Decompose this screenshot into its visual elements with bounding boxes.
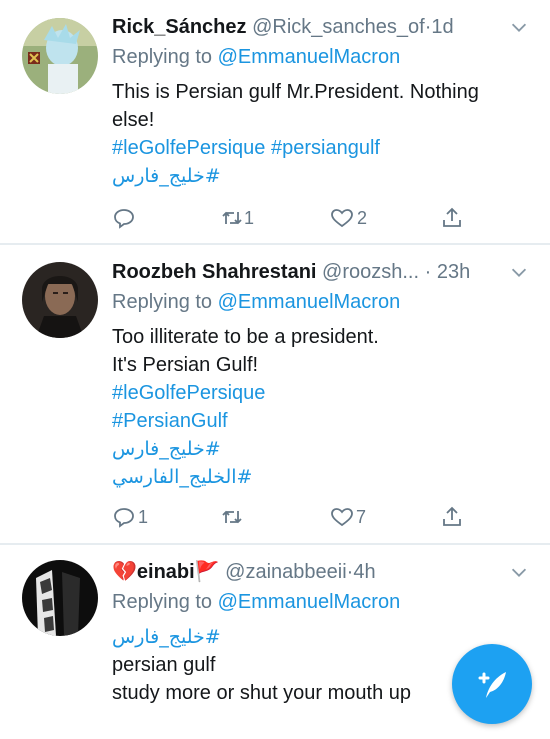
timestamp[interactable]: 23h — [437, 261, 470, 283]
tweet-header: 💔einabi🚩 @zainabbeeii·4h — [112, 557, 530, 587]
replying-label: Replying to — [112, 46, 218, 68]
display-name[interactable]: Roozbeh Shahrestani — [112, 261, 316, 283]
tweet-text-line: else! — [112, 109, 155, 131]
hashtag-line[interactable]: #الخليج_الفارسي — [112, 463, 530, 491]
user-handle[interactable]: @roozsh... — [322, 261, 419, 283]
retweet-button[interactable] — [220, 502, 244, 532]
avatar[interactable] — [22, 560, 98, 636]
like-count: 2 — [357, 207, 368, 228]
retweet-icon — [222, 211, 242, 225]
hashtag-line[interactable]: #leGolfePersique — [112, 379, 530, 407]
share-button[interactable] — [440, 203, 464, 233]
replying-to: Replying to @EmmanuelMacron — [112, 287, 530, 317]
hashtag-line[interactable]: #خلیج_فارس — [112, 162, 530, 190]
separator-dot: · — [424, 261, 432, 283]
compose-tweet-button[interactable] — [452, 644, 532, 724]
avatar[interactable] — [22, 18, 98, 94]
heart-icon — [331, 508, 353, 527]
timestamp[interactable]: 4h — [353, 561, 375, 583]
hashtag-line[interactable]: #PersianGulf — [112, 407, 530, 435]
tweet-text-line: It's Persian Gulf! — [112, 354, 259, 376]
retweet-button[interactable]: 1 — [220, 203, 254, 233]
share-icon — [443, 207, 461, 227]
flag-emoji: 🚩 — [194, 561, 220, 583]
tweet-actions: 1 2 — [112, 203, 472, 233]
chevron-down-icon[interactable] — [508, 16, 530, 38]
share-icon — [443, 506, 461, 526]
user-handle[interactable]: @zainabbeeii — [225, 561, 347, 583]
like-count: 7 — [356, 506, 367, 527]
replying-to: Replying to @EmmanuelMacron — [112, 587, 530, 617]
compose-tweet-icon — [478, 672, 506, 698]
reply-count: 1 — [138, 506, 149, 527]
display-name[interactable]: Rick_Sánchez — [112, 16, 247, 38]
reply-button[interactable] — [112, 203, 136, 233]
timestamp[interactable]: 1d — [431, 16, 453, 38]
display-name[interactable]: einabi — [137, 561, 195, 583]
heart-icon — [331, 209, 353, 228]
tweet-header: Rick_Sánchez @Rick_sanches_of·1d — [112, 12, 530, 42]
chevron-down-icon[interactable] — [508, 261, 530, 283]
hashtag-line[interactable]: #خلیج_فارس — [112, 435, 530, 463]
like-button[interactable]: 2 — [330, 203, 367, 233]
avatar[interactable] — [22, 262, 98, 338]
reply-button[interactable]: 1 — [112, 502, 148, 532]
user-handle[interactable]: @Rick_sanches_of — [252, 16, 425, 38]
replying-label: Replying to — [112, 291, 218, 313]
hashtag-line[interactable]: #leGolfePersique #persiangulf — [112, 134, 530, 162]
replying-to: Replying to @EmmanuelMacron — [112, 42, 530, 72]
tweet-header: Roozbeh Shahrestani @roozsh... · 23h — [112, 257, 530, 287]
like-button[interactable]: 7 — [330, 502, 366, 532]
share-button[interactable] — [440, 502, 464, 532]
replying-mention[interactable]: @EmmanuelMacron — [218, 291, 401, 313]
chevron-down-icon[interactable] — [508, 561, 530, 583]
tweet-1[interactable]: Rick_Sánchez @Rick_sanches_of·1d Replyin… — [0, 0, 550, 243]
replying-label: Replying to — [112, 591, 218, 613]
retweet-count: 1 — [244, 207, 255, 228]
tweet-text-line: Too illiterate to be a president. — [112, 326, 379, 348]
retweet-icon — [222, 510, 242, 524]
tweet-text-line: This is Persian gulf Mr.President. Nothi… — [112, 81, 479, 103]
replying-mention[interactable]: @EmmanuelMacron — [218, 591, 401, 613]
reply-icon — [114, 508, 134, 528]
reply-icon — [114, 209, 134, 229]
broken-heart-emoji: 💔 — [112, 561, 137, 583]
tweet-2[interactable]: Roozbeh Shahrestani @roozsh... · 23h Rep… — [0, 245, 550, 543]
tweet-actions: 1 7 — [112, 502, 472, 532]
replying-mention[interactable]: @EmmanuelMacron — [218, 46, 401, 68]
hashtag-line[interactable]: #خلیج_فارس — [112, 623, 530, 651]
